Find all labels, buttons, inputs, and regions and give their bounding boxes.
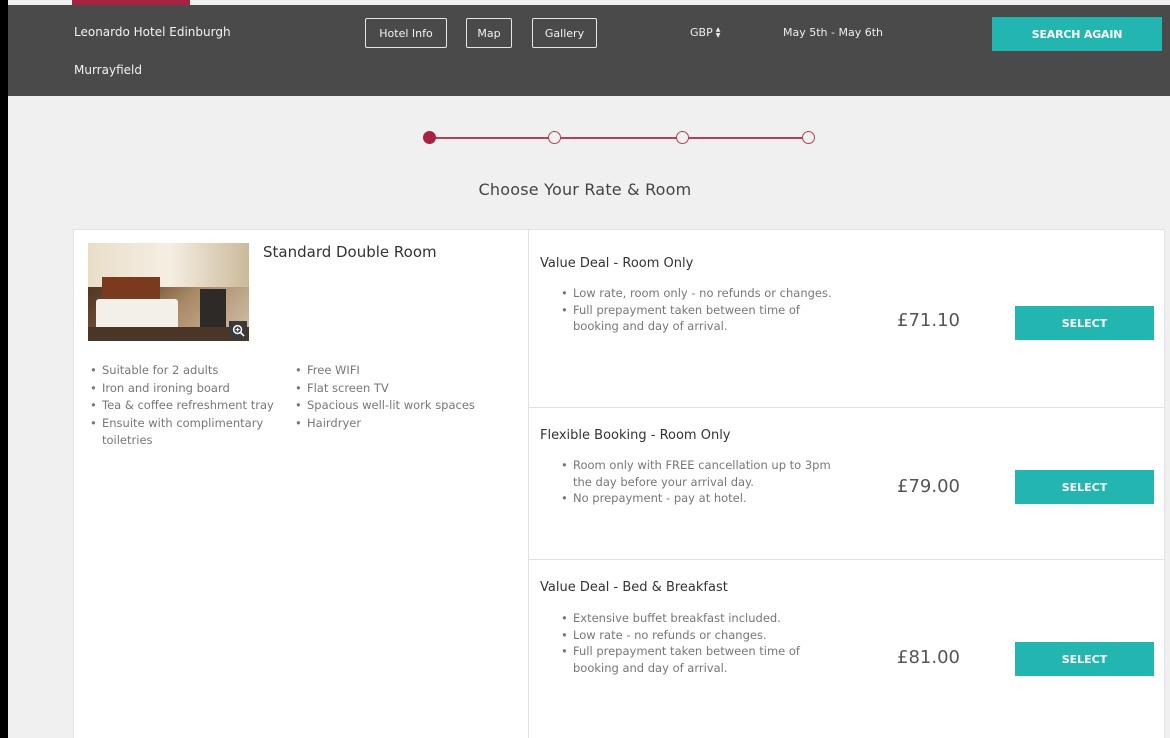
rate-option: Value Deal - Room Only Low rate, room on…	[529, 230, 1165, 408]
select-rate-button[interactable]: SELECT	[1015, 470, 1154, 504]
amenity-item: Flat screen TV	[293, 380, 493, 398]
rate-price: £79.00	[897, 476, 960, 497]
room-panel: Standard Double Room Suitable for 2 adul…	[73, 229, 529, 738]
rate-title: Flexible Booking - Room Only	[540, 428, 731, 443]
rate-details: Room only with FREE cancellation up to 3…	[559, 457, 834, 507]
room-amenities: Suitable for 2 adults Iron and ironing b…	[88, 362, 518, 450]
rates-panel: Value Deal - Room Only Low rate, room on…	[529, 229, 1165, 738]
amenity-item: Iron and ironing board	[88, 380, 293, 398]
rate-details: Extensive buffet breakfast included. Low…	[559, 610, 834, 676]
window-left-border	[0, 0, 8, 738]
progress-step-1	[423, 131, 436, 144]
progress-step-4	[802, 131, 815, 144]
rate-detail-item: Low rate - no refunds or changes.	[559, 627, 834, 644]
currency-value: GBP	[690, 26, 713, 39]
amenity-item: Tea & coffee refreshment tray	[88, 397, 293, 415]
rate-detail-item: No prepayment - pay at hotel.	[559, 490, 834, 507]
rate-option: Flexible Booking - Room Only Room only w…	[529, 408, 1165, 560]
hotel-name-line2: Murrayfield	[74, 63, 142, 77]
amenity-item: Hairdryer	[293, 415, 493, 433]
booking-header: Leonardo Hotel Edinburgh Murrayfield Hot…	[8, 5, 1170, 96]
amenity-item: Ensuite with complimentary toiletries	[88, 415, 293, 450]
amenities-column-1: Suitable for 2 adults Iron and ironing b…	[88, 362, 293, 450]
rate-title: Value Deal - Room Only	[540, 256, 694, 271]
rate-detail-item: Full prepayment taken between time of bo…	[559, 643, 834, 676]
hotel-name: Leonardo Hotel Edinburgh	[74, 25, 231, 39]
map-button[interactable]: Map	[466, 18, 512, 48]
room-title: Standard Double Room	[263, 243, 437, 261]
amenity-item: Free WIFI	[293, 362, 493, 380]
booking-progress	[420, 128, 820, 148]
amenities-column-2: Free WIFI Flat screen TV Spacious well-l…	[293, 362, 493, 450]
room-photo[interactable]	[88, 243, 249, 341]
rate-detail-item: Extensive buffet breakfast included.	[559, 610, 834, 627]
rate-detail-item: Room only with FREE cancellation up to 3…	[559, 457, 834, 490]
up-down-chevron-icon: ▲ ▼	[715, 25, 721, 39]
progress-step-3	[676, 131, 689, 144]
stay-dates[interactable]: May 5th - May 6th	[783, 26, 883, 39]
gallery-button[interactable]: Gallery	[532, 18, 597, 48]
search-again-button[interactable]: SEARCH AGAIN	[992, 17, 1162, 51]
rate-detail-item: Full prepayment taken between time of bo…	[559, 302, 834, 335]
amenity-item: Spacious well-lit work spaces	[293, 397, 493, 415]
currency-selector[interactable]: GBP ▲ ▼	[690, 26, 720, 39]
rate-price: £71.10	[897, 310, 960, 331]
amenity-item: Suitable for 2 adults	[88, 362, 293, 380]
rate-option: Value Deal - Bed & Breakfast Extensive b…	[529, 560, 1165, 738]
rate-title: Value Deal - Bed & Breakfast	[540, 580, 728, 595]
progress-step-2	[548, 131, 561, 144]
rate-price: £81.00	[897, 647, 960, 668]
rate-detail-item: Low rate, room only - no refunds or chan…	[559, 285, 834, 302]
zoom-icon[interactable]	[229, 321, 247, 339]
progress-line	[430, 137, 810, 139]
select-rate-button[interactable]: SELECT	[1015, 306, 1154, 340]
rate-details: Low rate, room only - no refunds or chan…	[559, 285, 834, 335]
page-title: Choose Your Rate & Room	[478, 180, 692, 199]
select-rate-button[interactable]: SELECT	[1015, 642, 1154, 676]
hotel-info-button[interactable]: Hotel Info	[365, 18, 447, 48]
